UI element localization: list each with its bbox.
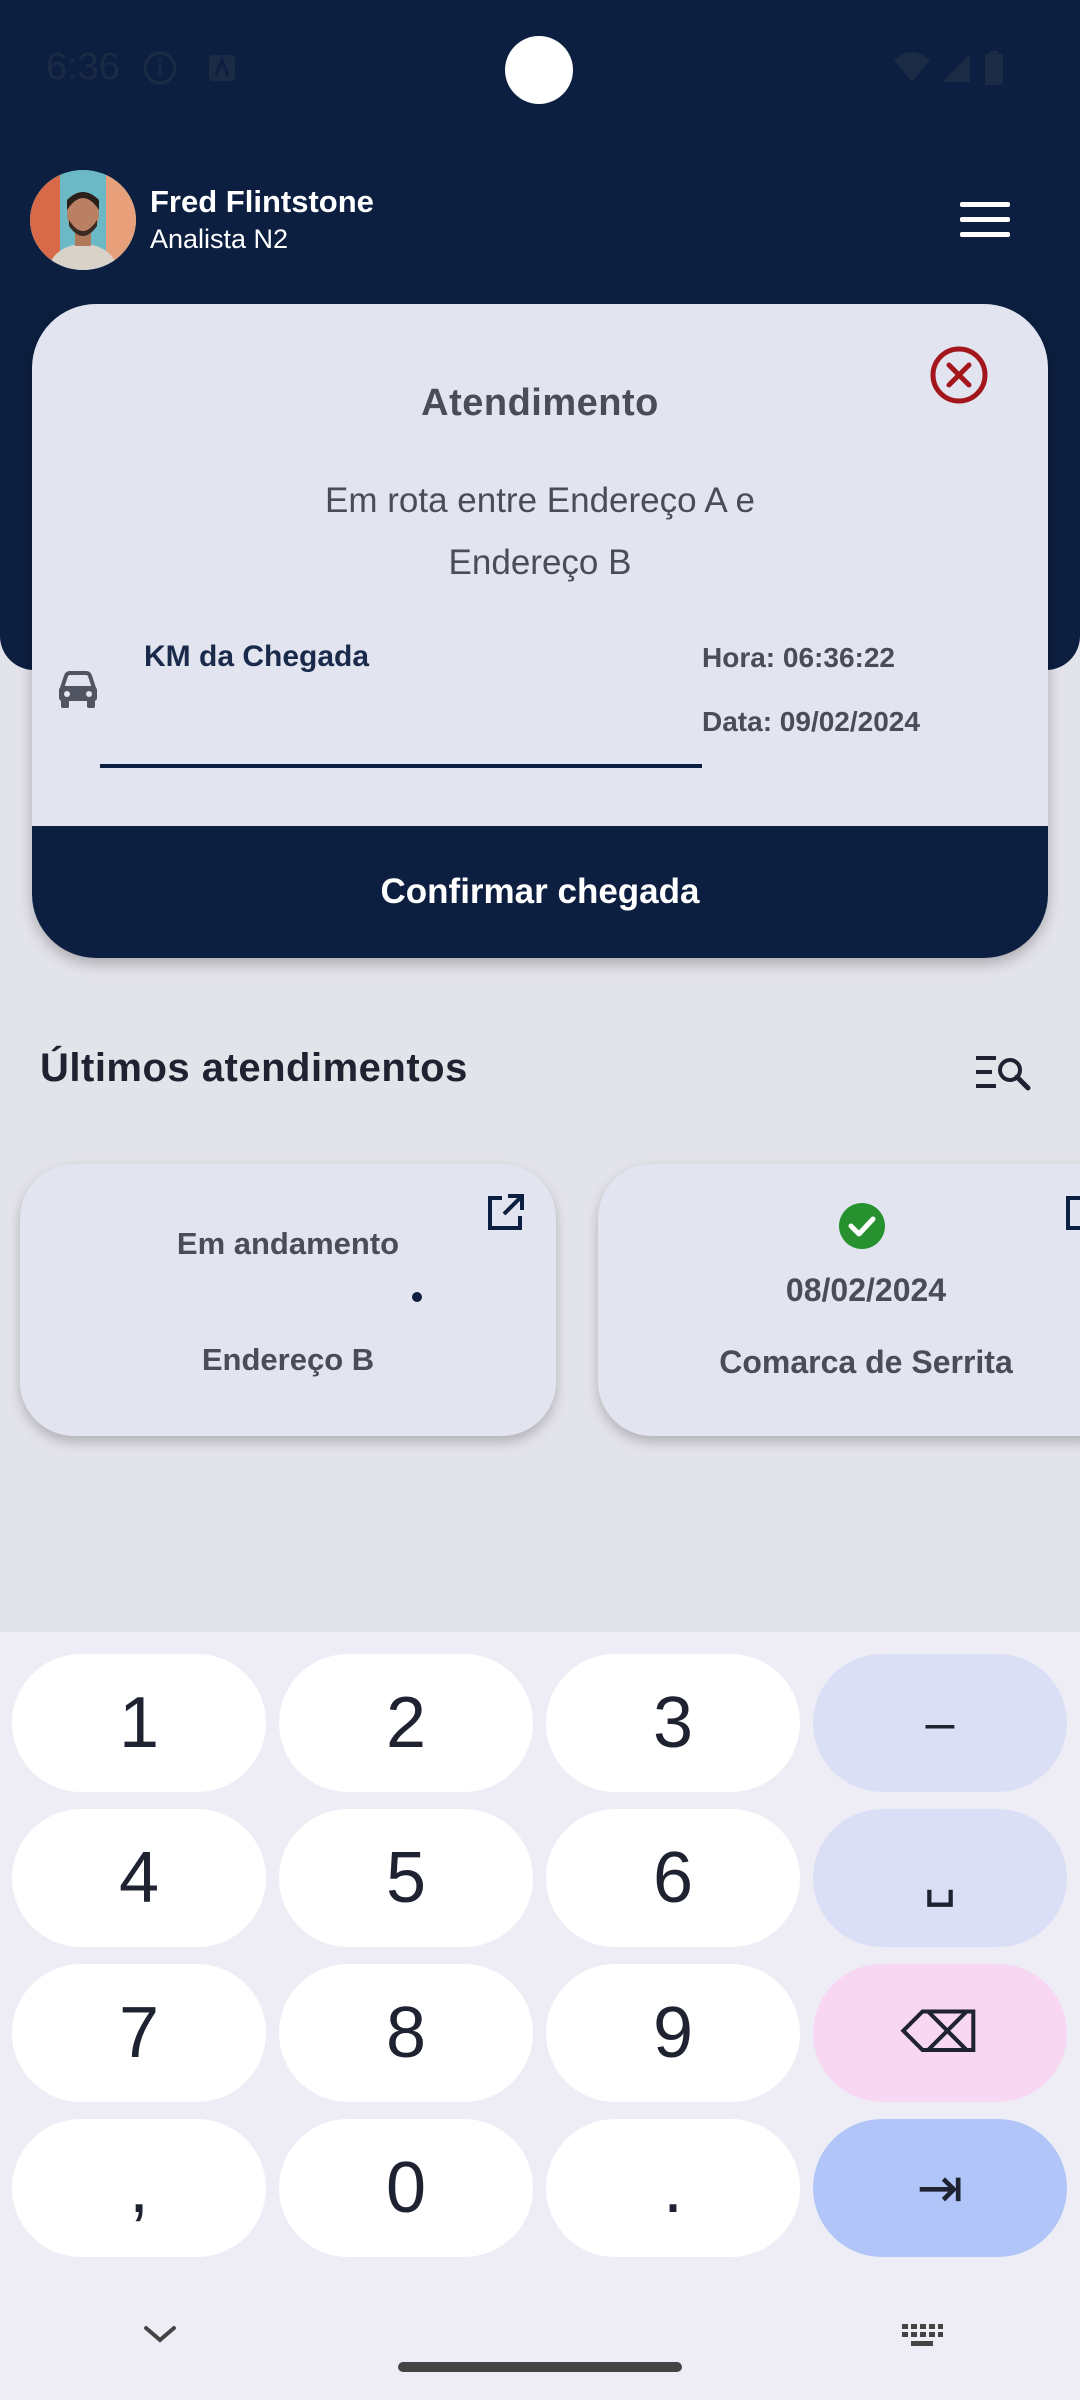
user-role: Analista N2 [150,224,289,254]
progress-dot [412,1292,422,1302]
key-4[interactable]: 4 [12,1809,266,1947]
card-title: Atendimento [421,382,659,424]
home-indicator[interactable] [398,2362,682,2372]
hamburger-menu-icon[interactable] [950,196,1020,244]
date-label: Data: 09/02/2024 [702,706,920,737]
key-3[interactable]: 3 [546,1654,800,1792]
key-1[interactable]: 1 [12,1654,266,1792]
info-icon [143,51,177,85]
numeric-keyboard: 1 2 3 – 4 5 6 ␣ 7 8 9 ⌫ , 0 . ⇥ [0,1632,1080,2400]
car-icon [59,671,97,708]
atendimento-card: Atendimento Em rota entre Endereço A e E… [32,304,1048,958]
key-0[interactable]: 0 [279,2119,533,2257]
wifi-icon [894,52,930,82]
notification-icon [209,55,235,81]
key-next[interactable]: ⇥ [813,2119,1067,2257]
avatar [30,170,136,270]
key-2[interactable]: 2 [279,1654,533,1792]
key-7[interactable]: 7 [12,1964,266,2102]
key-minus[interactable]: – [813,1654,1067,1792]
open-external-icon[interactable] [1064,1192,1080,1232]
time-label: Hora: 06:36:22 [702,642,895,673]
key-8[interactable]: 8 [279,1964,533,2102]
user-profile[interactable]: Fred Flintstone Analista N2 [30,170,374,270]
atendimento-status: Em andamento [176,1226,400,1261]
keyboard-icon[interactable] [900,2322,944,2348]
battery-icon [985,51,1003,85]
key-9[interactable]: 9 [546,1964,800,2102]
key-period[interactable]: . [546,2119,800,2257]
confirm-arrival-button[interactable]: Confirmar chegada [32,826,1048,958]
key-space[interactable]: ␣ [813,1809,1067,1947]
km-arrival-input[interactable] [100,688,702,768]
chevron-down-icon[interactable] [140,2320,180,2348]
camera-cutout [505,36,573,104]
section-title: Últimos atendimentos [40,1046,468,1090]
atendimento-item[interactable]: Em andamento Endereço B [20,1164,556,1436]
signal-icon [942,54,970,82]
key-6[interactable]: 6 [546,1809,800,1947]
route-description: Em rota entre Endereço A e Endereço B [325,481,755,582]
status-bar: 6:36 [0,0,1080,140]
status-time: 6:36 [46,46,120,88]
atendimento-date: 08/02/2024 [785,1272,947,1308]
key-5[interactable]: 5 [279,1809,533,1947]
search-filter-icon[interactable] [974,1052,1032,1092]
check-circle-icon [839,1203,885,1249]
user-name: Fred Flintstone [150,184,374,219]
atendimento-place: Comarca de Serrita [719,1344,1013,1380]
atendimento-item[interactable]: 08/02/2024 Comarca de Serrita [598,1164,1080,1436]
atendimento-address: Endereço B [201,1342,375,1377]
km-field-label: KM da Chegada [144,640,370,673]
key-backspace[interactable]: ⌫ [813,1964,1067,2102]
key-comma[interactable]: , [12,2119,266,2257]
